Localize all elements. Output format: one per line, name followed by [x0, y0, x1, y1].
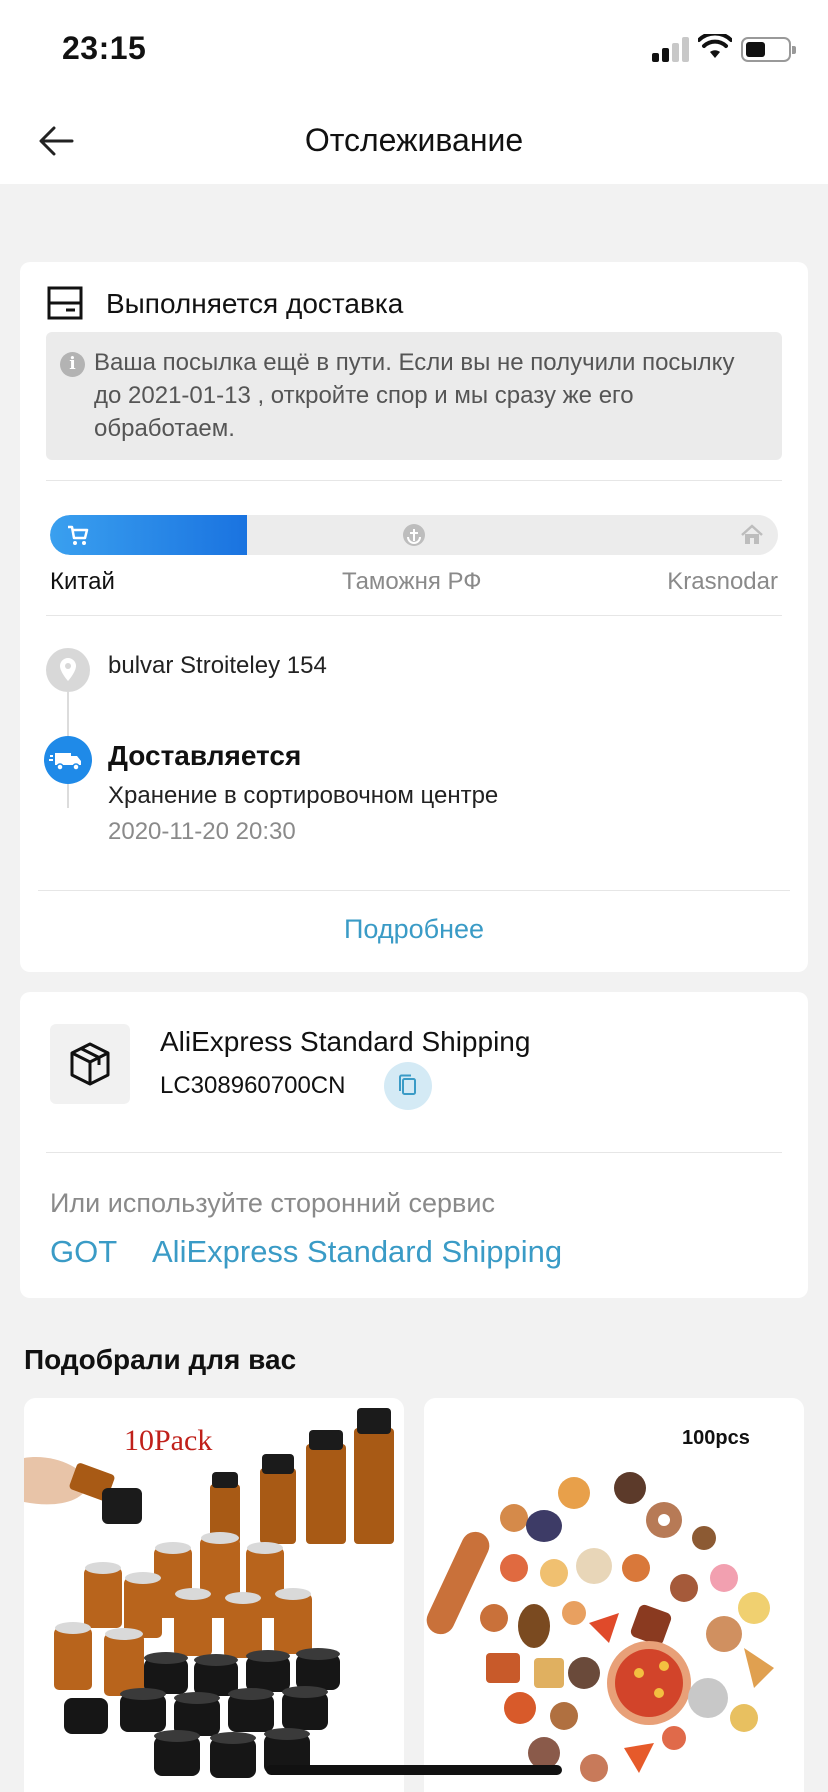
divider [46, 480, 782, 481]
cart-icon [68, 525, 89, 545]
third-party-label: Или используйте сторонний сервис [50, 1188, 495, 1218]
customs-anchor-icon [403, 524, 425, 546]
page-title: Отслеживание [304, 122, 524, 158]
battery-icon [741, 37, 796, 62]
delivery-status-card: Выполняется доставка i Ваша посылка ещё … [20, 262, 808, 972]
third-party-link-got[interactable]: GOT [50, 1234, 117, 1270]
tracking-number: LC308960700CN [160, 1072, 346, 1099]
status-time: 23:15 [62, 30, 147, 66]
product-image-amber-vials: 10Pack [24, 1398, 404, 1792]
delivery-progress-bar [50, 515, 778, 555]
cellular-signal-icon [652, 36, 692, 62]
stage-destination: Krasnodar [667, 568, 778, 595]
nav-bar: Отслеживание [0, 100, 828, 184]
info-icon: i [60, 352, 85, 377]
product-badge: 100pcs [682, 1427, 750, 1449]
delivery-truck-icon [44, 736, 92, 784]
notice-text: Ваша посылка ещё в пути. Если вы не полу… [94, 349, 735, 442]
delivery-status-title: Выполняется доставка [106, 288, 404, 319]
shipping-service-name: AliExpress Standard Shipping [160, 1026, 531, 1057]
product-card[interactable]: 10Pack [24, 1398, 404, 1792]
location-pin-icon [46, 648, 90, 692]
divider [46, 1152, 782, 1153]
wifi-icon [698, 34, 732, 58]
event-description: Хранение в сортировочном центре [108, 782, 499, 809]
stage-origin: Китай [50, 568, 115, 595]
divider [46, 615, 782, 616]
third-party-link-aliexpress[interactable]: AliExpress Standard Shipping [152, 1234, 562, 1270]
product-card[interactable]: 100pcs [424, 1398, 804, 1792]
product-image-miniature-food: 100pcs [424, 1398, 804, 1792]
recommendations-title: Подобрали для вас [24, 1344, 297, 1375]
divider [38, 890, 790, 891]
stage-customs: Таможня РФ [342, 568, 482, 595]
event-datetime: 2020-11-20 20:30 [108, 818, 296, 845]
parcel-box-icon [50, 1024, 130, 1104]
copy-tracking-button[interactable] [384, 1062, 432, 1110]
delivery-address: bulvar Stroiteley 154 [108, 652, 327, 679]
status-bar: 23:15 [0, 0, 828, 100]
package-box-icon [47, 286, 83, 320]
home-icon [741, 524, 763, 544]
event-title: Доставляется [108, 740, 302, 771]
delivery-notice: i Ваша посылка ещё в пути. Если вы не по… [46, 332, 782, 460]
home-indicator[interactable] [266, 1765, 562, 1775]
product-badge: 10Pack [124, 1424, 212, 1457]
shipping-service-card: AliExpress Standard Shipping LC308960700… [20, 992, 808, 1298]
copy-icon [399, 1074, 416, 1095]
more-details-link[interactable]: Подробнее [20, 914, 808, 945]
